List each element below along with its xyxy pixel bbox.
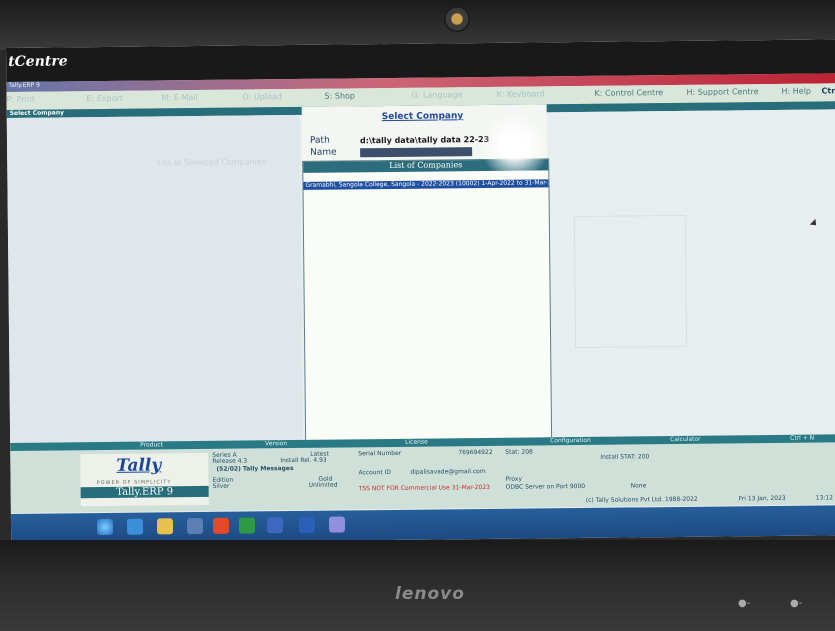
product-header: Product — [140, 441, 163, 449]
select-company-panel: Select Company Path d:\tally data\tally … — [301, 104, 553, 442]
license-warning: TSS NOT FOR Commercial Use 31-Mar-2023 — [358, 483, 490, 493]
menu-print[interactable]: P: Print — [6, 95, 35, 104]
company-name-field[interactable] — [360, 147, 473, 158]
tagline: POWER OF SIMPLICITY — [96, 479, 172, 487]
proxy-label: Proxy — [505, 475, 523, 483]
calculator-header: Calculator — [670, 435, 701, 444]
license-header: License — [405, 438, 428, 446]
configuration-header: Configuration — [550, 436, 591, 445]
monitor-button-icon: ●- — [790, 598, 803, 609]
select-company-title: Select Company — [381, 111, 464, 123]
odbc-status: ODBC Server on Port 9000 — [505, 482, 586, 491]
serial-value: 769694922 — [458, 448, 493, 457]
menu-ctrl: Ctr — [821, 86, 835, 96]
menu-email[interactable]: M: E-Mail — [161, 93, 197, 102]
excel-icon[interactable] — [238, 517, 256, 534]
screen: tCentre Tally.ERP 9 P: Print E: Export M… — [6, 39, 835, 544]
list-of-companies: List of Companies Gramabhi, Sangola Coll… — [302, 158, 553, 442]
browser-icon[interactable] — [126, 518, 144, 535]
lenovo-logo: lenovo — [395, 584, 465, 604]
serial-label: Serial Number — [358, 449, 402, 458]
odbc-none: None — [630, 482, 647, 490]
mouse-cursor-icon — [809, 218, 819, 229]
path-value: d:\tally data\tally data 22-23 — [359, 134, 490, 146]
install-release: Install Rel. 4.93 — [280, 456, 327, 465]
status-date: Fri 13 Jan, 2023 — [738, 494, 786, 503]
left-pane: List of Selected Companies — [6, 114, 304, 443]
word-icon[interactable] — [266, 517, 284, 534]
menu-help[interactable]: H: Help — [781, 87, 811, 96]
release: Release 4.3 — [212, 457, 248, 465]
install-stat: Install STAT: 200 — [600, 453, 650, 461]
tally-messages[interactable]: (52/02) Tally Messages — [216, 465, 293, 473]
screen-glare — [479, 110, 551, 182]
calculator-shortcut: Ctrl + N — [790, 434, 815, 442]
window-title: Tally.ERP 9 — [8, 81, 41, 89]
menu-export[interactable]: E: Export — [86, 94, 123, 103]
menu-shop[interactable]: S: Shop — [324, 91, 355, 100]
version-header: Version — [265, 440, 288, 448]
selected-companies-label: List of Selected Companies — [157, 157, 266, 168]
monitor-button-icon: ●- — [738, 598, 751, 609]
tally-taskbar-icon[interactable] — [328, 516, 346, 533]
info-panel: Product Version License Configuration Ca… — [10, 434, 835, 513]
company-list-item[interactable]: Gramabhi, Sangola College, Sangola - 202… — [303, 179, 549, 190]
edition-value: Silver — [212, 482, 230, 490]
start-button-icon[interactable] — [96, 518, 114, 536]
webcam-icon — [444, 6, 470, 32]
chrome-icon[interactable] — [212, 517, 230, 534]
name-label: Name — [310, 147, 337, 158]
unlimited-label: Unlimited — [308, 481, 338, 489]
status-time: 13:12 — [815, 494, 834, 502]
company-info-panel — [573, 214, 688, 349]
section-header-label: Select Company — [9, 109, 65, 117]
path-label: Path — [309, 135, 330, 146]
product-name: Tally.ERP 9 — [80, 485, 209, 499]
copyright: (c) Tally Solutions Pvt Ltd. 1988-2022 — [585, 495, 698, 504]
outlook-icon[interactable] — [298, 516, 316, 533]
menu-language[interactable]: G: Language — [411, 90, 462, 100]
folder-icon[interactable] — [156, 518, 174, 535]
monitor-bezel-bottom: lenovo ●- ●- — [0, 540, 835, 631]
stat-value: Stat: 208 — [505, 448, 533, 456]
account-label: Account ID — [358, 468, 392, 477]
menu-upload[interactable]: O: Upload — [242, 92, 282, 101]
menu-keyboard[interactable]: K: Keyboard — [496, 89, 544, 99]
menu-support-centre[interactable]: H: Support Centre — [686, 87, 758, 97]
account-value: dipalisavade@gmail.com — [410, 468, 486, 476]
tally-logo: Tally — [116, 455, 162, 476]
right-pane — [546, 109, 835, 438]
tally-logo-box: Tally POWER OF SIMPLICITY Tally.ERP 9 — [80, 452, 209, 507]
brand-text: tCentre — [8, 53, 68, 70]
media-icon[interactable] — [186, 517, 204, 535]
menu-control-centre[interactable]: K: Control Centre — [594, 88, 663, 98]
